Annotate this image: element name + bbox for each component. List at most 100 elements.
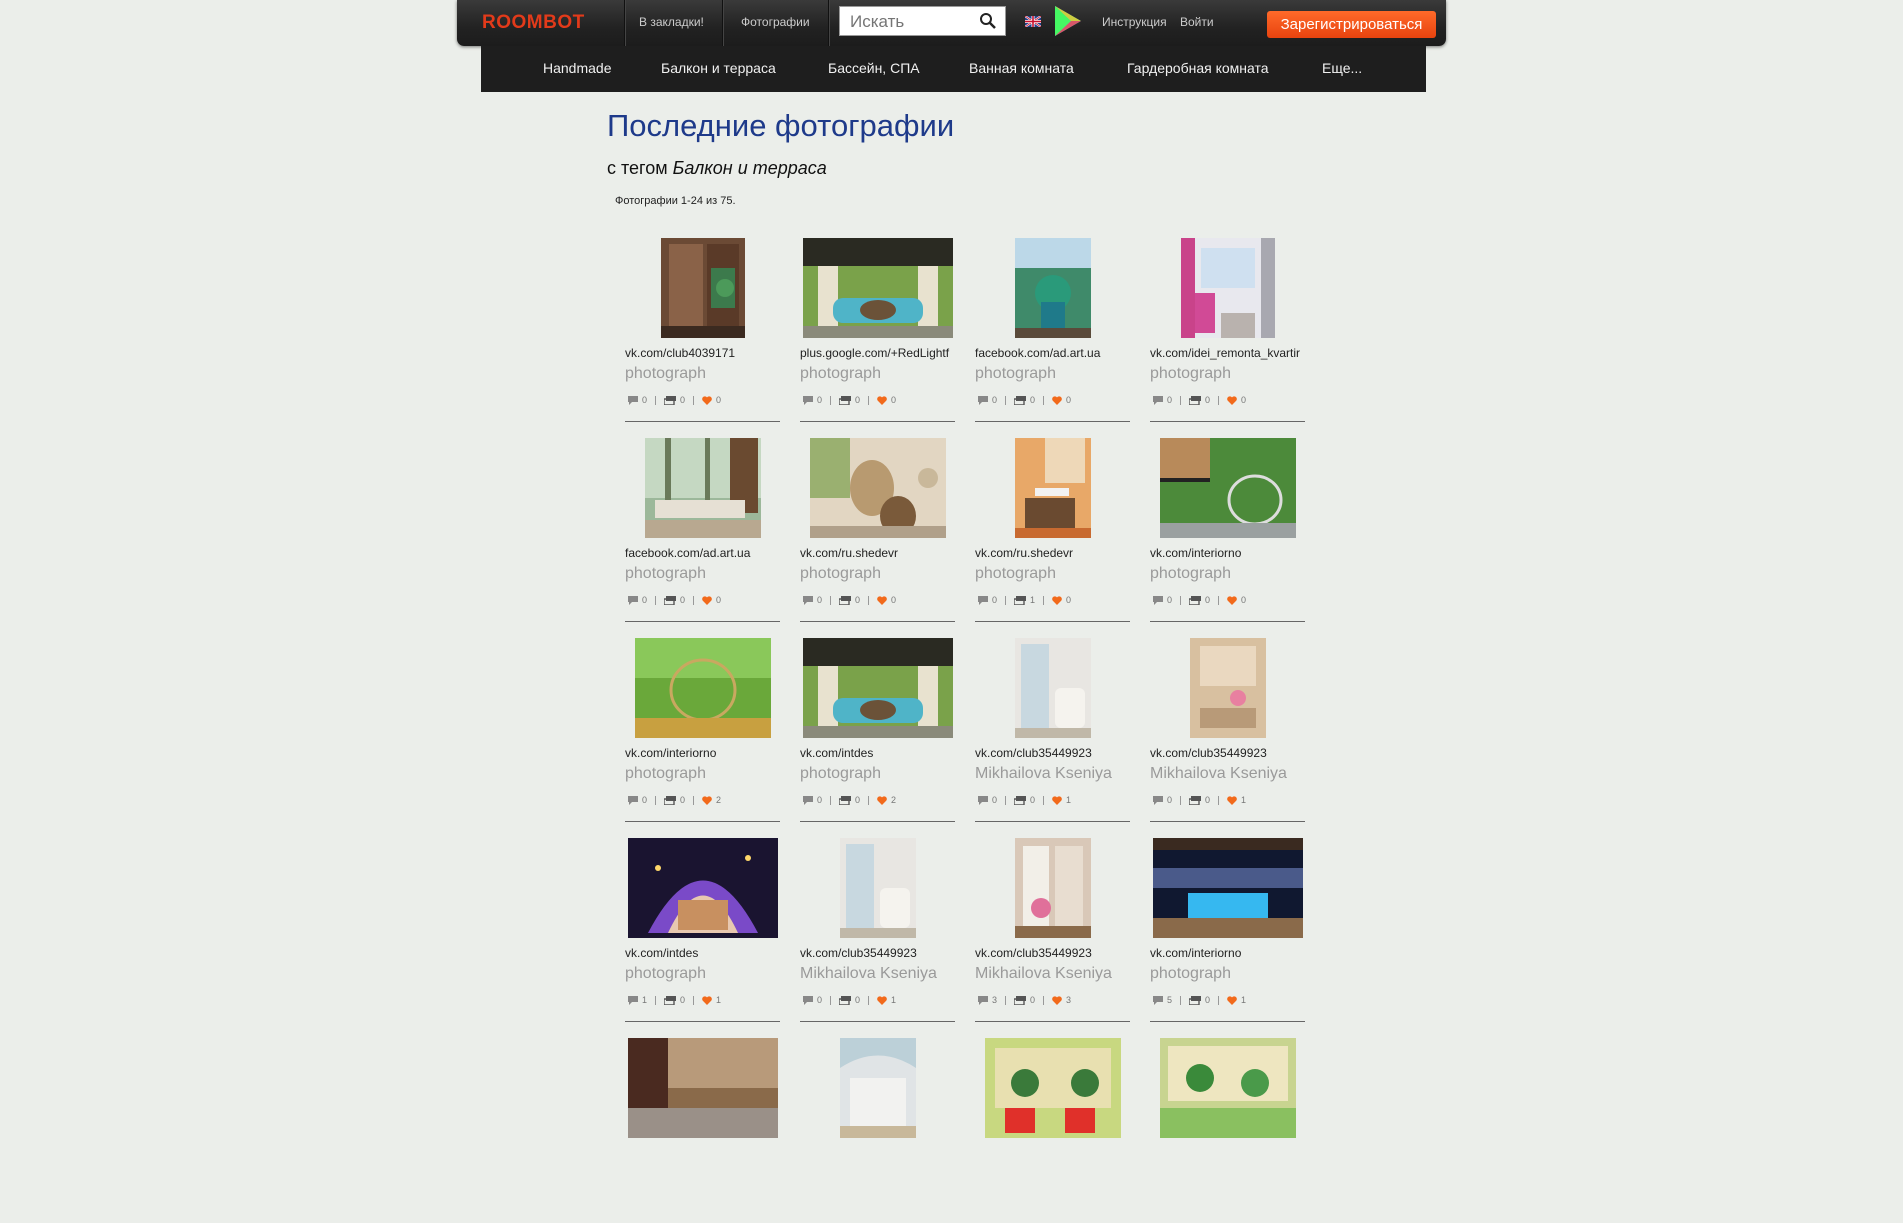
category-balcony-terrace[interactable]: Балкон и терраса (661, 60, 776, 76)
photo-thumbnail-link[interactable] (1150, 638, 1305, 738)
photo-thumbnail-link[interactable] (1150, 238, 1305, 338)
photo-author[interactable]: photograph (625, 365, 706, 383)
photo-thumbnail[interactable] (1180, 238, 1275, 338)
comments-stat[interactable]: 0 (1153, 395, 1172, 405)
photo-thumbnail-link[interactable] (1150, 438, 1305, 538)
collections-stat[interactable]: 0 (839, 595, 860, 605)
photo-source-link[interactable]: vk.com/club35449923 (975, 946, 1130, 960)
photo-source-link[interactable]: vk.com/ru.shedevr (975, 546, 1130, 560)
photo-thumbnail-link[interactable] (975, 838, 1130, 938)
comments-stat[interactable]: 0 (803, 795, 822, 805)
photo-thumbnail[interactable] (1159, 1038, 1296, 1138)
photo-source-link[interactable]: vk.com/club35449923 (800, 946, 955, 960)
collections-stat[interactable]: 0 (664, 395, 685, 405)
category-wardrobe[interactable]: Гардеробная комната (1127, 60, 1269, 76)
likes-stat[interactable]: 1 (702, 995, 721, 1005)
likes-stat[interactable]: 0 (877, 395, 896, 405)
photo-source-link[interactable]: vk.com/interiorno (625, 746, 780, 760)
photo-source-link[interactable]: plus.google.com/+RedLightf (800, 346, 955, 360)
comments-stat[interactable]: 0 (978, 795, 997, 805)
photo-source-link[interactable]: vk.com/idei_remonta_kvartir (1150, 346, 1305, 360)
photo-source-link[interactable]: facebook.com/ad.art.ua (625, 546, 780, 560)
collections-stat[interactable]: 0 (839, 795, 860, 805)
photo-thumbnail-link[interactable] (800, 1038, 955, 1138)
comments-stat[interactable]: 1 (628, 995, 647, 1005)
photo-thumbnail-link[interactable] (975, 238, 1130, 338)
likes-stat[interactable]: 1 (877, 995, 896, 1005)
likes-stat[interactable]: 0 (702, 395, 721, 405)
photo-thumbnail-link[interactable] (800, 838, 955, 938)
comments-stat[interactable]: 0 (978, 395, 997, 405)
photo-author[interactable]: photograph (1150, 965, 1231, 983)
photo-thumbnail[interactable] (1014, 438, 1091, 538)
photo-source-link[interactable]: vk.com/ru.shedevr (800, 546, 955, 560)
photo-source-link[interactable]: vk.com/interiorno (1150, 546, 1305, 560)
collections-stat[interactable]: 0 (1189, 995, 1210, 1005)
collections-stat[interactable]: 0 (1014, 995, 1035, 1005)
collections-stat[interactable]: 0 (1189, 595, 1210, 605)
collections-stat[interactable]: 0 (664, 995, 685, 1005)
collections-stat[interactable]: 1 (1014, 595, 1035, 605)
category-handmade[interactable]: Handmade (543, 60, 612, 76)
photo-thumbnail[interactable] (802, 638, 953, 738)
likes-stat[interactable]: 0 (1227, 395, 1246, 405)
photo-source-link[interactable]: facebook.com/ad.art.ua (975, 346, 1130, 360)
google-play-icon[interactable] (1051, 4, 1085, 38)
instructions-link[interactable]: Инструкция (1102, 15, 1167, 29)
photo-thumbnail[interactable] (660, 238, 745, 338)
photo-author[interactable]: photograph (625, 965, 706, 983)
likes-stat[interactable]: 1 (1052, 795, 1071, 805)
collections-stat[interactable]: 0 (664, 795, 685, 805)
photo-thumbnail-link[interactable] (625, 1038, 780, 1138)
comments-stat[interactable]: 0 (803, 395, 822, 405)
photo-source-link[interactable]: vk.com/intdes (800, 746, 955, 760)
collections-stat[interactable]: 0 (839, 395, 860, 405)
photo-author[interactable]: photograph (1150, 565, 1231, 583)
photo-thumbnail[interactable] (644, 438, 761, 538)
photo-thumbnail[interactable] (809, 438, 946, 538)
likes-stat[interactable]: 3 (1052, 995, 1071, 1005)
photo-thumbnail[interactable] (984, 1038, 1121, 1138)
comments-stat[interactable]: 0 (628, 395, 647, 405)
photo-thumbnail[interactable] (802, 238, 953, 338)
photo-thumbnail-link[interactable] (975, 638, 1130, 738)
photo-author[interactable]: Mikhailova Kseniya (975, 765, 1112, 783)
photo-author[interactable]: photograph (1150, 365, 1231, 383)
photo-source-link[interactable]: vk.com/club4039171 (625, 346, 780, 360)
search-icon[interactable] (979, 12, 997, 30)
photo-thumbnail[interactable] (627, 1038, 778, 1138)
photo-thumbnail-link[interactable] (1150, 838, 1305, 938)
collections-stat[interactable]: 0 (1189, 795, 1210, 805)
photo-thumbnail-link[interactable] (625, 638, 780, 738)
comments-stat[interactable]: 0 (803, 995, 822, 1005)
photo-source-link[interactable]: vk.com/intdes (625, 946, 780, 960)
likes-stat[interactable]: 1 (1227, 995, 1246, 1005)
likes-stat[interactable]: 2 (702, 795, 721, 805)
photo-author[interactable]: photograph (975, 365, 1056, 383)
photo-author[interactable]: photograph (975, 565, 1056, 583)
likes-stat[interactable]: 0 (1227, 595, 1246, 605)
photo-thumbnail-link[interactable] (800, 238, 955, 338)
collections-stat[interactable]: 0 (1014, 795, 1035, 805)
photo-thumbnail[interactable] (627, 838, 778, 938)
photo-source-link[interactable]: vk.com/club35449923 (975, 746, 1130, 760)
comments-stat[interactable]: 5 (1153, 995, 1172, 1005)
uk-flag-icon[interactable] (1025, 16, 1041, 27)
bookmarks-link[interactable]: В закладки! (639, 15, 704, 29)
likes-stat[interactable]: 0 (1052, 395, 1071, 405)
category-bathroom[interactable]: Ванная комната (969, 60, 1074, 76)
photo-source-link[interactable]: vk.com/club35449923 (1150, 746, 1305, 760)
photo-author[interactable]: photograph (625, 765, 706, 783)
category-more[interactable]: Еще... (1322, 60, 1362, 76)
photo-author[interactable]: photograph (800, 565, 881, 583)
comments-stat[interactable]: 0 (803, 595, 822, 605)
photo-author[interactable]: Mikhailova Kseniya (1150, 765, 1287, 783)
likes-stat[interactable]: 0 (1052, 595, 1071, 605)
photo-thumbnail[interactable] (1159, 438, 1296, 538)
photo-thumbnail[interactable] (634, 638, 771, 738)
photo-thumbnail[interactable] (1014, 638, 1091, 738)
photo-author[interactable]: photograph (800, 765, 881, 783)
photo-thumbnail[interactable] (1189, 638, 1266, 738)
photo-author[interactable]: Mikhailova Kseniya (975, 965, 1112, 983)
likes-stat[interactable]: 1 (1227, 795, 1246, 805)
